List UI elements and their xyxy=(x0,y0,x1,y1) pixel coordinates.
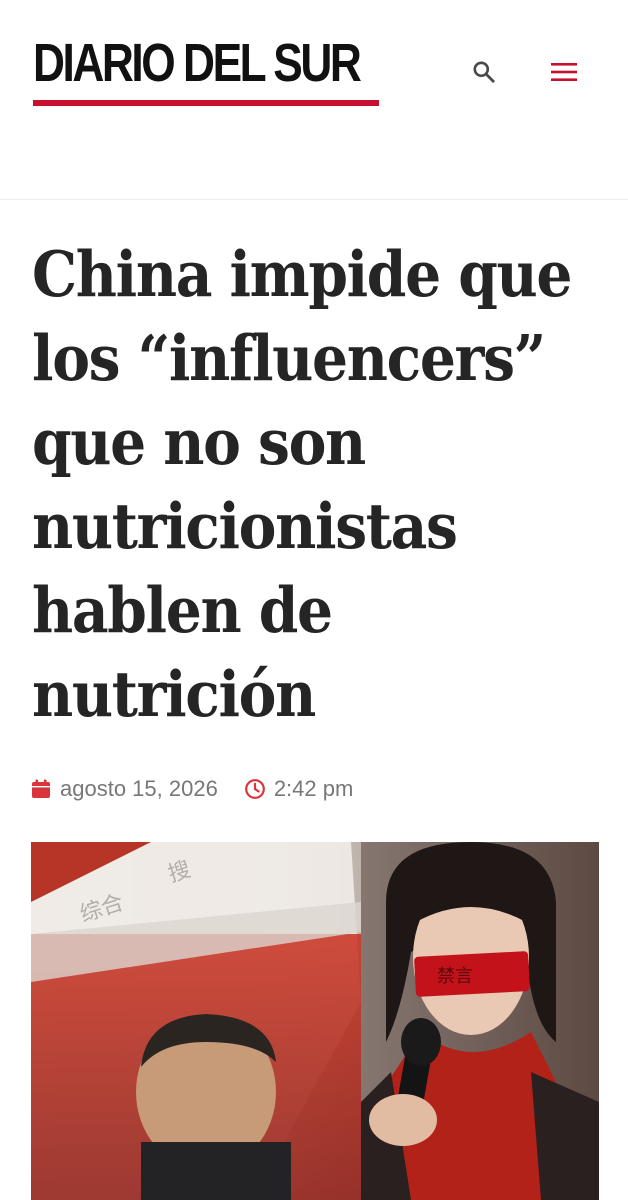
gag-stamp-text: 禁言 xyxy=(437,966,473,987)
search-icon xyxy=(473,61,495,83)
title-line: que no son xyxy=(32,405,366,479)
publish-date-text: agosto 15, 2026 xyxy=(60,776,218,801)
hamburger-menu-icon xyxy=(551,63,577,81)
title-line: nutricionistas xyxy=(32,489,458,563)
title-line: hablen de xyxy=(32,573,333,647)
title-line: nutrición xyxy=(32,657,316,731)
logo-wordmark: DIARIO DEL SUR xyxy=(33,33,362,93)
publish-time: 2:42 pm xyxy=(244,776,354,802)
site-header: DIARIO DEL SUR xyxy=(0,0,628,200)
publish-date[interactable]: agosto 15, 2026 xyxy=(30,776,218,802)
menu-button[interactable] xyxy=(544,52,584,92)
search-button[interactable] xyxy=(464,52,504,92)
clock-icon xyxy=(244,778,266,800)
hero-photo: 综合 搜 禁言 xyxy=(31,842,599,1200)
header-divider xyxy=(0,199,628,200)
publish-time-text: 2:42 pm xyxy=(273,776,354,801)
article-meta: agosto 15, 2026 2:42 pm xyxy=(30,774,353,804)
article-title: China impide que los “influencers” que n… xyxy=(32,232,602,736)
article-hero-image[interactable]: 综合 搜 禁言 xyxy=(31,842,599,1200)
title-line: China impide que xyxy=(32,237,572,311)
site-logo[interactable]: DIARIO DEL SUR xyxy=(33,30,381,112)
title-line: los “influencers” xyxy=(32,321,546,395)
calendar-icon xyxy=(30,778,52,800)
logo-underline xyxy=(33,100,379,106)
